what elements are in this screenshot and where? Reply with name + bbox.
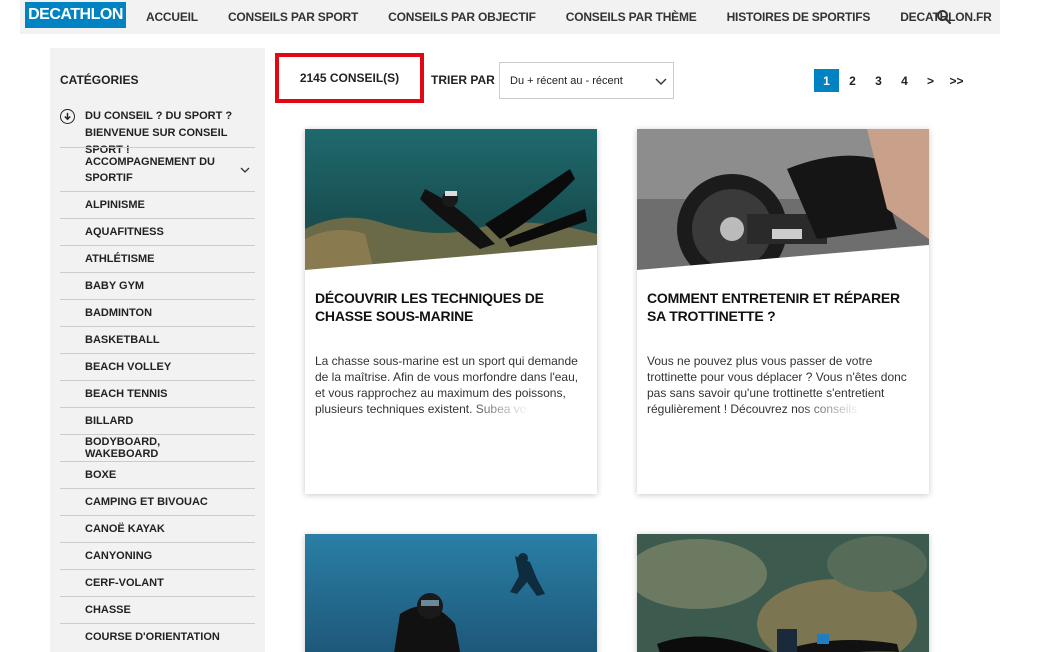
sidebar-category-label: AQUAFITNESS <box>85 226 164 238</box>
nav-conseils-par-sport[interactable]: CONSEILS PAR SPORT <box>228 10 358 24</box>
sidebar-category-item[interactable]: BODYBOARD, WAKEBOARD <box>60 434 255 461</box>
sidebar-category-item[interactable]: BABY GYM <box>60 272 255 299</box>
results-count-label: 2145 CONSEIL(S) <box>299 71 400 85</box>
arrow-down-circle-icon <box>60 109 75 124</box>
page-link[interactable]: 1 <box>814 69 839 92</box>
sidebar-category-item[interactable]: COURSE D'ORIENTATION <box>60 623 255 650</box>
chevron-down-icon <box>655 78 667 85</box>
sidebar-category-item[interactable]: ACCOMPAGNEMENT DU SPORTIF <box>60 147 255 191</box>
nav-accueil[interactable]: ACCUEIL <box>146 10 198 24</box>
card-image-scooter <box>637 129 929 274</box>
categories-sidebar: CATÉGORIES DU CONSEIL ? DU SPORT ? BIENV… <box>50 48 265 652</box>
sidebar-category-label: BOXE <box>85 469 117 481</box>
sidebar-category-item[interactable]: BOXE <box>60 461 255 488</box>
sidebar-category-item[interactable]: CANYONING <box>60 542 255 569</box>
sidebar-category-label: BEACH VOLLEY <box>85 361 172 373</box>
page-link[interactable]: 3 <box>866 69 891 92</box>
sidebar-category-item[interactable]: CANOË KAYAK <box>60 515 255 542</box>
sidebar-category-item[interactable]: BADMINTON <box>60 299 255 326</box>
article-card[interactable]: DÉCOUVRIR LES TECHNIQUES DE CHASSE SOUS-… <box>305 129 597 494</box>
card-title[interactable]: COMMENT ENTRETENIR ET RÉPARER SA TROTTIN… <box>647 289 922 325</box>
sidebar-category-label: CAMPING ET BIVOUAC <box>85 496 208 508</box>
sidebar-category-item[interactable]: ALPINISME <box>60 191 255 218</box>
sidebar-category-label: CHASSE <box>85 604 131 616</box>
sidebar-category-label: COURSE D'ORIENTATION <box>85 631 220 643</box>
card-image-diver <box>305 534 597 652</box>
sort-select[interactable]: Du + récent au - récent <box>499 62 674 99</box>
sidebar-category-label: ACCOMPAGNEMENT DU SPORTIF <box>85 155 215 184</box>
sidebar-category-item[interactable]: CAMPING ET BIVOUAC <box>60 488 255 515</box>
page-link[interactable]: >> <box>944 69 969 92</box>
nav-conseils-par-theme[interactable]: CONSEILS PAR THÈME <box>566 10 697 24</box>
sidebar-category-label: BILLARD <box>85 415 134 427</box>
sidebar-category-item[interactable]: BEACH VOLLEY <box>60 353 255 380</box>
sidebar-category-item[interactable]: BASKETBALL <box>60 326 255 353</box>
article-card[interactable] <box>305 534 597 652</box>
article-card[interactable]: COMMENT ENTRETENIR ET RÉPARER SA TROTTIN… <box>637 129 929 494</box>
sidebar-category-label: BABY GYM <box>85 280 145 292</box>
card-image-spearfishing <box>305 129 597 274</box>
article-card[interactable] <box>637 534 929 652</box>
search-icon[interactable] <box>936 9 952 25</box>
text-fade <box>315 401 590 417</box>
decathlon-logo[interactable]: DECATHLON <box>25 2 126 28</box>
sidebar-title: CATÉGORIES <box>60 73 139 87</box>
nav-conseils-par-objectif[interactable]: CONSEILS PAR OBJECTIF <box>388 10 536 24</box>
text-fade <box>647 401 922 417</box>
main-nav: ACCUEIL CONSEILS PAR SPORT CONSEILS PAR … <box>146 0 1022 34</box>
sidebar-category-item[interactable]: CHASSE <box>60 596 255 623</box>
chevron-down-icon[interactable] <box>240 165 250 175</box>
sidebar-category-item[interactable]: CERF-VOLANT <box>60 569 255 596</box>
results-count: 2145 CONSEIL(S) <box>275 53 424 103</box>
sidebar-category-label: CANYONING <box>85 550 153 562</box>
sort-select-value: Du + récent au - récent <box>510 74 623 87</box>
sidebar-category-label: ATHLÉTISME <box>85 253 155 265</box>
sidebar-category-label: BASKETBALL <box>85 334 160 346</box>
card-title[interactable]: DÉCOUVRIR LES TECHNIQUES DE CHASSE SOUS-… <box>315 289 590 325</box>
sidebar-category-label: CANOË KAYAK <box>85 523 165 535</box>
sort-label: TRIER PAR <box>431 73 495 87</box>
category-list: ACCOMPAGNEMENT DU SPORTIF ALPINISME AQUAFI… <box>60 147 255 650</box>
page-link[interactable]: > <box>918 69 943 92</box>
sidebar-category-item[interactable]: ATHLÉTISME <box>60 245 255 272</box>
pagination: 1 2 3 4 > >> <box>814 69 970 92</box>
sidebar-category-item[interactable]: BEACH TENNIS <box>60 380 255 407</box>
page-link[interactable]: 2 <box>840 69 865 92</box>
sidebar-category-label: CERF-VOLANT <box>85 577 164 589</box>
nav-histoires-de-sportifs[interactable]: HISTOIRES DE SPORTIFS <box>727 10 871 24</box>
sidebar-category-label: BODYBOARD, WAKEBOARD <box>85 436 161 460</box>
page-link[interactable]: 4 <box>892 69 917 92</box>
sidebar-category-label: ALPINISME <box>85 199 145 211</box>
sidebar-category-item[interactable]: BILLARD <box>60 407 255 434</box>
card-image-fins-underwater <box>637 534 929 652</box>
sidebar-category-item[interactable]: AQUAFITNESS <box>60 218 255 245</box>
sidebar-category-label: BADMINTON <box>85 307 153 319</box>
top-navigation: DECATHLON ACCUEIL CONSEILS PAR SPORT CON… <box>20 0 1000 34</box>
sidebar-category-label: BEACH TENNIS <box>85 388 168 400</box>
